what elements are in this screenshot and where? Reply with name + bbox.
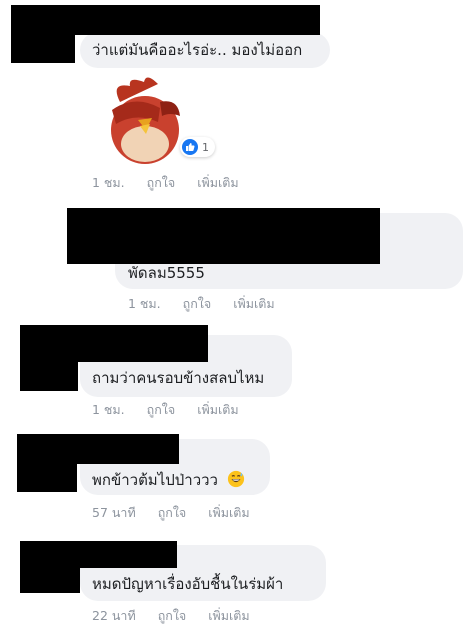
comment-meta: 22 นาที ถูกใจ เพิ่มเติม — [92, 608, 272, 624]
redacted-author-name — [20, 325, 78, 391]
redacted-author-name — [67, 208, 380, 264]
comment-meta: 1 ชม. ถูกใจ เพิ่มเติม — [128, 296, 297, 312]
more-link[interactable]: เพิ่มเติม — [233, 296, 274, 311]
comment-text: ถามว่าคนรอบข้างสลบไหม — [92, 369, 265, 387]
more-link[interactable]: เพิ่มเติม — [197, 402, 238, 417]
like-link[interactable]: ถูกใจ — [147, 402, 176, 417]
comment-time[interactable]: 1 ชม. — [92, 175, 125, 190]
like-reaction-badge[interactable]: 1 — [180, 137, 215, 157]
comment-time[interactable]: 1 ชม. — [128, 296, 161, 311]
reaction-count: 1 — [202, 140, 209, 154]
like-link[interactable]: ถูกใจ — [147, 175, 176, 190]
more-link[interactable]: เพิ่มเติม — [197, 175, 238, 190]
comment-text-body: พกข้าวต้มไปป่าววว — [92, 471, 218, 489]
like-link[interactable]: ถูกใจ — [183, 296, 212, 311]
more-link[interactable]: เพิ่มเติม — [208, 505, 249, 520]
redacted-author-name — [20, 541, 80, 593]
thumbs-up-icon — [182, 139, 198, 155]
redacted-author-name — [17, 434, 77, 492]
grinning-sweat-emoji — [227, 470, 244, 488]
comment-text: หมดปัญหาเรื่องอับชื้นในร่มผ้า — [92, 575, 284, 593]
redacted-author-name — [11, 5, 75, 63]
comment-text: พัดลม5555 — [128, 264, 205, 282]
like-link[interactable]: ถูกใจ — [158, 505, 187, 520]
comment-meta: 57 นาที ถูกใจ เพิ่มเติม — [92, 505, 272, 521]
comment-meta: 1 ชม. ถูกใจ เพิ่มเติม — [92, 175, 261, 191]
comment-meta: 1 ชม. ถูกใจ เพิ่มเติม — [92, 402, 261, 418]
comment-time[interactable]: 57 นาที — [92, 505, 136, 520]
like-link[interactable]: ถูกใจ — [158, 608, 187, 623]
comment-text: พกข้าวต้มไปป่าววว — [92, 470, 245, 490]
comment-time[interactable]: 22 นาที — [92, 608, 136, 623]
angry-bird-facepalm-sticker — [100, 72, 190, 164]
more-link[interactable]: เพิ่มเติม — [208, 608, 249, 623]
comment-text: ว่าแต่มันคืออะไรอ่ะ.. มองไม่ออก — [92, 41, 303, 59]
comment-time[interactable]: 1 ชม. — [92, 402, 125, 417]
